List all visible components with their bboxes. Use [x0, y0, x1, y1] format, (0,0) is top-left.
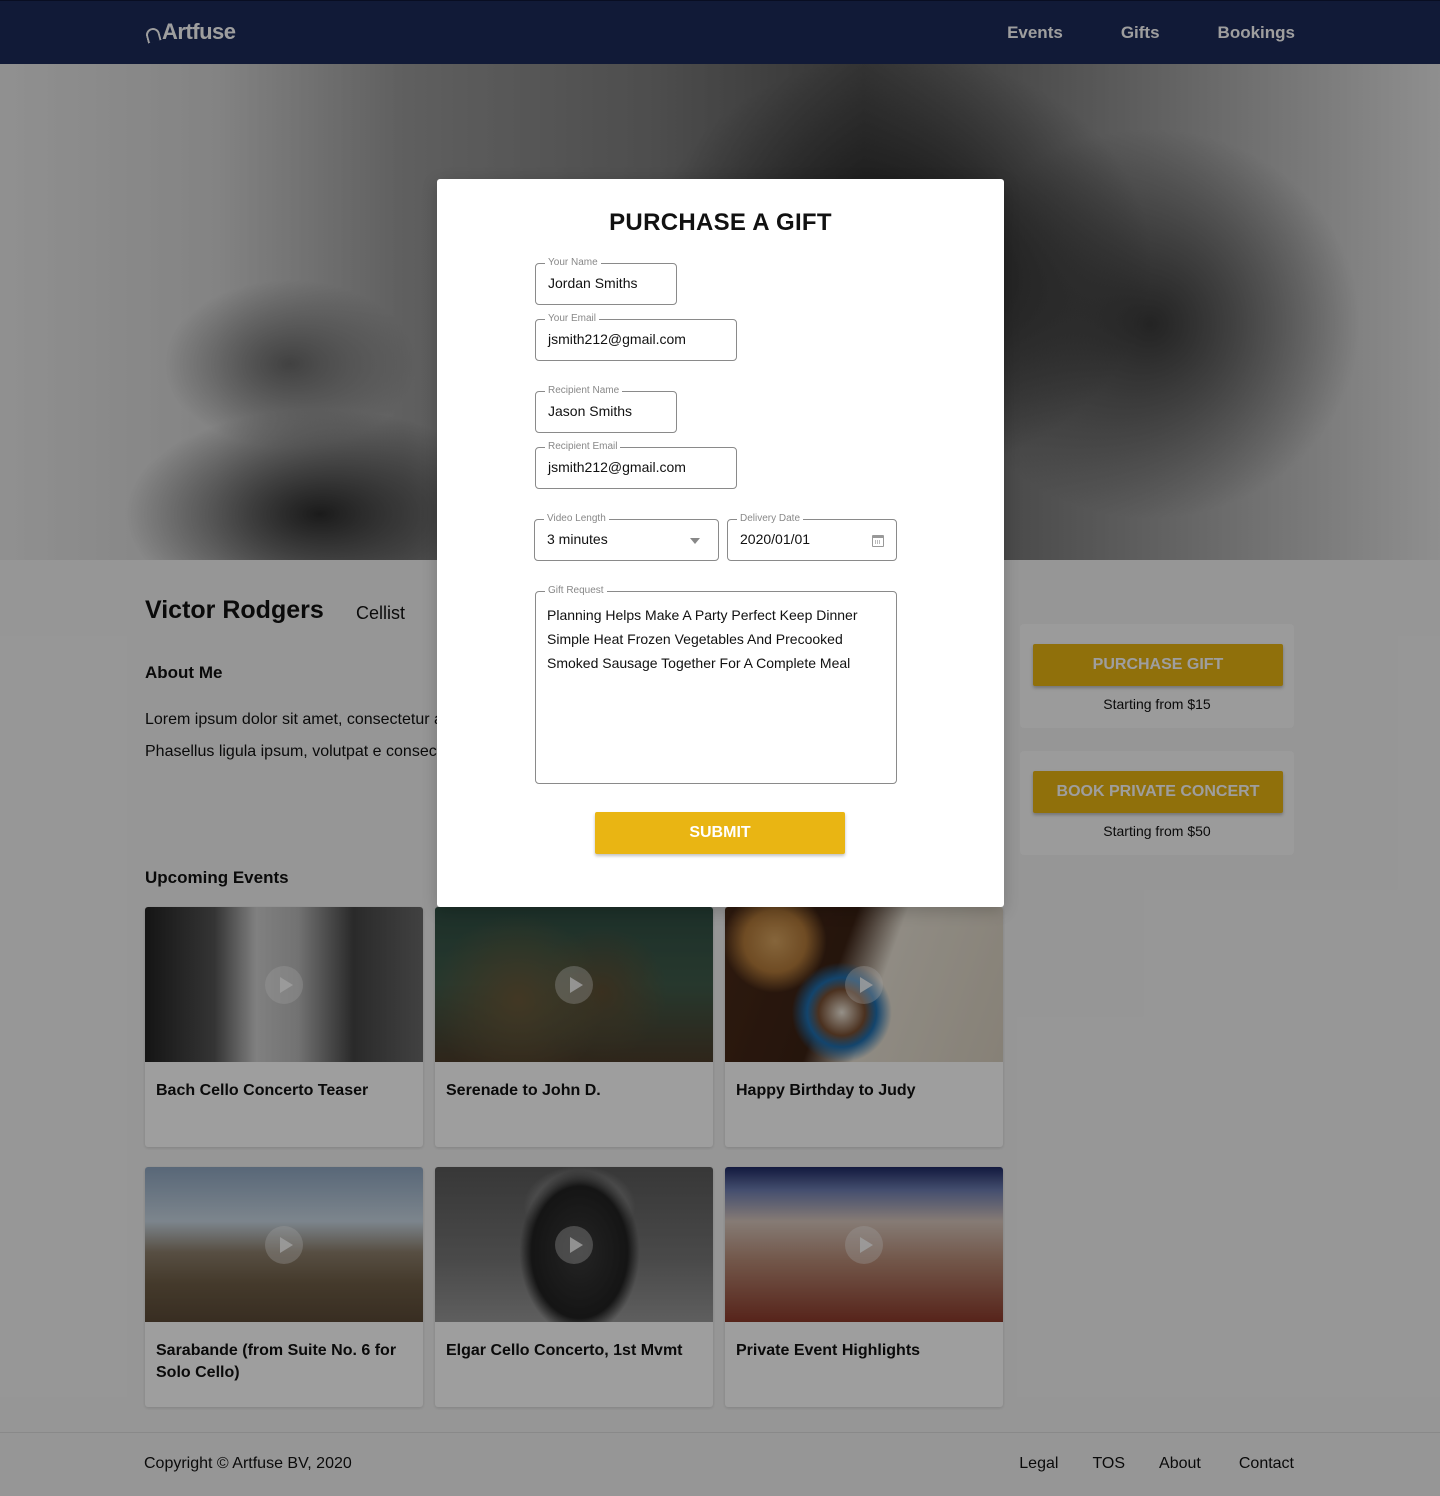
- field-label: Delivery Date: [737, 512, 804, 526]
- field-label: Your Email: [545, 312, 599, 326]
- field-label: Gift Request: [545, 584, 607, 598]
- gift-request-textarea[interactable]: Gift Request Planning Helps Make A Party…: [535, 584, 897, 784]
- calendar-icon[interactable]: [872, 535, 884, 547]
- your-name-field[interactable]: Your Name Jordan Smiths: [535, 256, 677, 305]
- field-label: Recipient Name: [545, 384, 623, 398]
- submit-button[interactable]: SUBMIT: [595, 812, 845, 854]
- field-label: Video Length: [544, 512, 609, 526]
- video-length-select[interactable]: Video Length 3 minutes: [534, 512, 719, 561]
- delivery-date-field[interactable]: Delivery Date 2020/01/01: [727, 512, 897, 561]
- chevron-down-icon[interactable]: [690, 538, 700, 544]
- modal-title: PURCHASE A GIFT: [609, 209, 832, 236]
- recipient-email-field[interactable]: Recipient Email jsmith212@gmail.com: [535, 440, 737, 489]
- field-value: Planning Helps Make A Party Perfect Keep…: [547, 607, 858, 671]
- field-value: 3 minutes: [547, 531, 608, 547]
- field-value: Jordan Smiths: [548, 275, 638, 291]
- field-label: Your Name: [545, 256, 601, 270]
- recipient-name-field[interactable]: Recipient Name Jason Smiths: [535, 384, 677, 433]
- field-label: Recipient Email: [545, 440, 621, 454]
- your-email-field[interactable]: Your Email jsmith212@gmail.com: [535, 312, 737, 361]
- field-value: jsmith212@gmail.com: [548, 459, 686, 475]
- field-value: 2020/01/01: [740, 531, 811, 547]
- field-value: Jason Smiths: [548, 403, 633, 419]
- purchase-gift-modal: PURCHASE A GIFT Your Name Jordan Smiths …: [437, 179, 1004, 907]
- field-value: jsmith212@gmail.com: [548, 331, 686, 347]
